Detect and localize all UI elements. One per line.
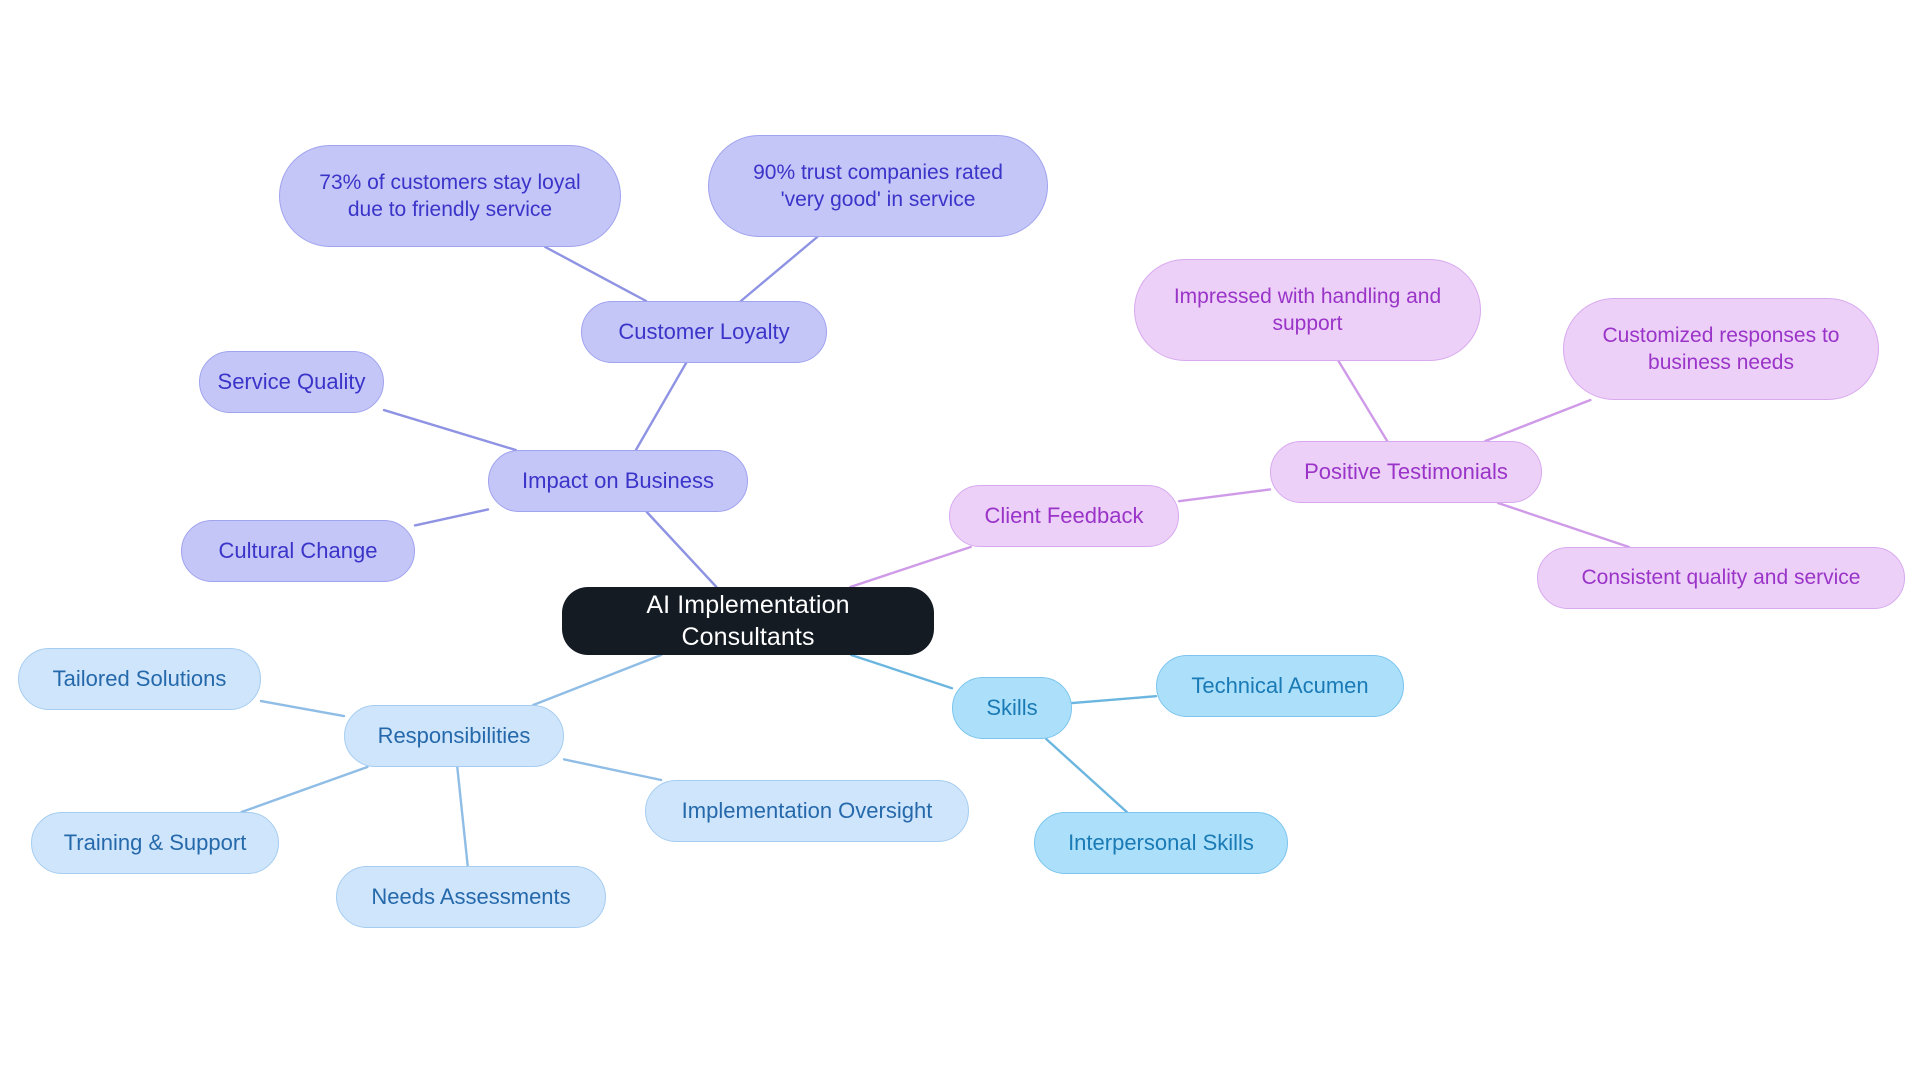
node-label: Tailored Solutions — [52, 665, 227, 691]
edge-root-to-client-feedback — [849, 545, 972, 589]
mindmap-node-training-support[interactable]: Training & Support — [31, 812, 279, 874]
mindmap-node-loyal-73[interactable]: 73% of customers stay loyal due to frien… — [279, 145, 621, 247]
edge-impact-on-business-to-cultural-change — [413, 508, 490, 527]
mindmap-node-impressed-handling[interactable]: Impressed with handling and support — [1134, 259, 1481, 361]
mindmap-branch-impact-on-business[interactable]: Impact on Business — [488, 450, 748, 512]
mindmap-node-consistent-quality[interactable]: Consistent quality and service — [1537, 547, 1905, 609]
node-label: 73% of customers stay loyal due to frien… — [319, 170, 581, 221]
mindmap-node-positive-testimonials[interactable]: Positive Testimonials — [1270, 441, 1542, 503]
edge-responsibilities-to-training-support — [240, 765, 369, 814]
edge-root-to-skills — [849, 653, 954, 690]
node-label: Implementation Oversight — [681, 797, 933, 823]
mindmap-node-customized-responses[interactable]: Customized responses to business needs — [1563, 298, 1879, 400]
edge-impact-on-business-to-customer-loyalty — [634, 361, 688, 452]
node-label: 90% trust companies rated 'very good' in… — [753, 160, 1003, 211]
node-label: Service Quality — [217, 368, 366, 394]
edge-skills-to-interpersonal-skills — [1045, 737, 1128, 814]
node-label: Client Feedback — [984, 502, 1144, 528]
node-label: Training & Support — [63, 829, 247, 855]
mindmap-node-tailored-solutions[interactable]: Tailored Solutions — [18, 648, 261, 710]
edge-skills-to-technical-acumen — [1070, 694, 1158, 705]
edge-positive-testimonials-to-impressed-handling — [1337, 359, 1389, 443]
mindmap-node-interpersonal-skills[interactable]: Interpersonal Skills — [1034, 812, 1288, 874]
edge-customer-loyalty-to-loyal-73 — [544, 245, 648, 303]
node-label: Cultural Change — [218, 537, 378, 563]
mindmap-branch-responsibilities[interactable]: Responsibilities — [344, 705, 564, 767]
mindmap-branch-client-feedback[interactable]: Client Feedback — [949, 485, 1179, 547]
mindmap-node-technical-acumen[interactable]: Technical Acumen — [1156, 655, 1404, 717]
mindmap-node-cultural-change[interactable]: Cultural Change — [181, 520, 415, 582]
edge-responsibilities-to-tailored-solutions — [259, 699, 346, 718]
edge-responsibilities-to-implementation-oversight — [562, 758, 663, 782]
node-label: Customized responses to business needs — [1602, 323, 1840, 374]
node-label: Responsibilities — [377, 722, 531, 748]
mindmap-node-trust-90[interactable]: 90% trust companies rated 'very good' in… — [708, 135, 1048, 237]
edge-client-feedback-to-positive-testimonials — [1177, 488, 1272, 503]
node-label: Interpersonal Skills — [1068, 829, 1254, 855]
node-label: Consistent quality and service — [1581, 566, 1861, 590]
mindmap-node-needs-assessments[interactable]: Needs Assessments — [336, 866, 606, 928]
node-label: Technical Acumen — [1191, 672, 1369, 698]
edge-positive-testimonials-to-customized-responses — [1484, 398, 1592, 443]
node-label: Skills — [986, 694, 1038, 720]
edge-positive-testimonials-to-consistent-quality — [1496, 501, 1631, 549]
node-label: Customer Loyalty — [618, 318, 790, 344]
node-label: Impressed with handling and support — [1173, 284, 1442, 335]
node-label: Needs Assessments — [371, 883, 571, 909]
edge-responsibilities-to-needs-assessments — [456, 765, 469, 868]
mindmap-root-node[interactable]: AI Implementation Consultants — [562, 587, 934, 655]
mindmap-node-customer-loyalty[interactable]: Customer Loyalty — [581, 301, 827, 363]
edge-impact-on-business-to-service-quality — [382, 408, 517, 452]
mindmap-node-service-quality[interactable]: Service Quality — [199, 351, 384, 413]
node-label: Impact on Business — [522, 467, 714, 493]
edge-root-to-impact-on-business — [645, 510, 718, 589]
edge-root-to-responsibilities — [532, 653, 663, 707]
node-label: AI Implementation Consultants — [646, 590, 850, 652]
edge-customer-loyalty-to-trust-90 — [739, 235, 819, 303]
mindmap-canvas: AI Implementation Consultants Impact on B… — [0, 0, 1920, 1083]
mindmap-node-implementation-oversight[interactable]: Implementation Oversight — [645, 780, 969, 842]
node-label: Positive Testimonials — [1304, 458, 1508, 484]
mindmap-branch-skills[interactable]: Skills — [952, 677, 1072, 739]
